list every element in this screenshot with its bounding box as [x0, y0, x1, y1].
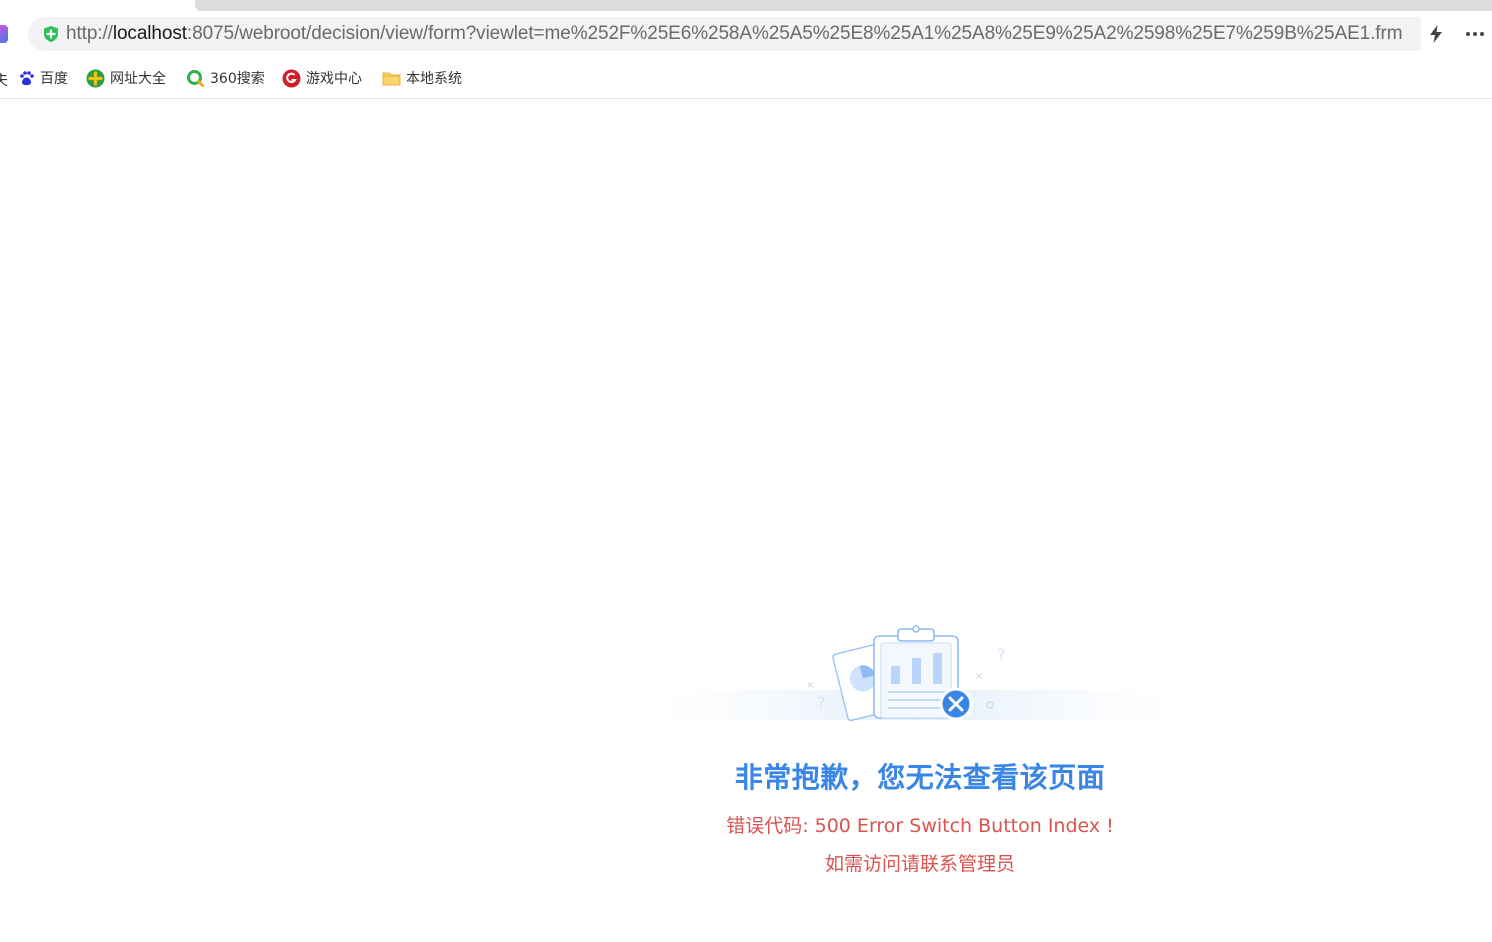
bookmark-label: 游戏中心 [306, 71, 362, 87]
bookmark-local-system[interactable]: 本地系统 [382, 67, 462, 89]
url-text[interactable]: http://localhost:8075/webroot/decision/v… [66, 21, 1403, 47]
bookmark-navigation[interactable]: 网址大全 [86, 67, 166, 89]
svg-text:?: ? [817, 693, 826, 712]
bookmark-label: 网址大全 [110, 71, 166, 87]
lightning-icon[interactable] [1426, 24, 1446, 44]
bookmark-label: 本地系统 [406, 71, 462, 87]
bookmark-cut-item[interactable]: 夫 [0, 70, 8, 90]
more-menu-icon[interactable] [1466, 32, 1486, 38]
error-illustration: ? ? × × [660, 625, 1170, 722]
error-code: 错误代码: 500 Error Switch Button Index ! [726, 815, 1114, 837]
game-center-icon [282, 69, 301, 87]
error-title: 非常抱歉，您无法查看该页面 [734, 761, 1106, 794]
tab-strip-bar[interactable] [195, 0, 1492, 11]
bookmark-360-search[interactable]: 360搜索 [186, 67, 265, 89]
bookmark-baidu[interactable]: 百度 [18, 67, 68, 89]
tab-strip [0, 0, 1492, 12]
bookmark-label: 百度 [40, 71, 68, 87]
svg-text:×: × [975, 671, 983, 682]
secure-shield-icon[interactable] [42, 25, 60, 43]
url-prefix: http:// [66, 23, 113, 44]
baidu-paw-icon [20, 70, 34, 85]
360-search-icon [187, 69, 204, 87]
svg-text:?: ? [997, 645, 1006, 664]
bookmark-game-center[interactable]: 游戏中心 [282, 67, 362, 89]
navigation-plus-icon [86, 69, 105, 87]
browser-app-icon[interactable] [0, 25, 8, 43]
folder-icon [382, 72, 401, 85]
bookmarks-bar: 夫 百度 网址大全 360搜索 游戏中心 本地系统 [0, 60, 1492, 99]
svg-text:×: × [806, 680, 814, 691]
bookmark-label: 360搜索 [210, 71, 265, 87]
url-host: localhost [112, 23, 187, 44]
error-contact-message: 如需访问请联系管理员 [824, 853, 1015, 875]
url-path: :8075/webroot/decision/view/form?viewlet… [186, 23, 1403, 44]
